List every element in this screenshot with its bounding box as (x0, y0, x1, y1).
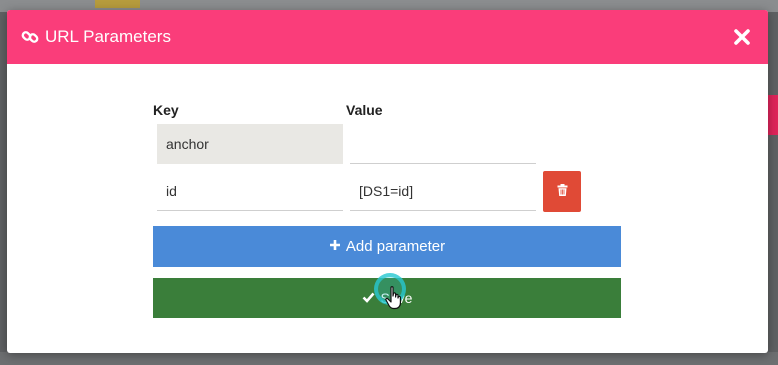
url-parameters-dialog: URL Parameters Key Value Add paramete (7, 10, 768, 353)
key-column-header: Key (153, 102, 179, 118)
add-parameter-label: Add parameter (345, 238, 446, 255)
link-icon (21, 28, 39, 46)
dialog-header: URL Parameters (7, 10, 768, 64)
backdrop-footer (0, 352, 778, 365)
add-parameter-button[interactable]: Add parameter (153, 226, 621, 267)
close-icon[interactable] (730, 25, 754, 49)
value-field-anchor[interactable] (350, 124, 536, 164)
value-column-header: Value (346, 102, 383, 118)
delete-row-button[interactable] (543, 171, 581, 212)
key-field-anchor (157, 124, 343, 164)
backdrop-highlight (95, 0, 140, 8)
check-icon (362, 290, 375, 306)
hand-cursor-icon (385, 286, 403, 310)
value-field-id[interactable] (350, 171, 536, 211)
key-field-id[interactable] (157, 171, 343, 211)
dialog-title: URL Parameters (45, 27, 171, 46)
trash-icon (557, 183, 568, 201)
backdrop-accent (768, 95, 778, 135)
plus-icon (329, 238, 341, 255)
